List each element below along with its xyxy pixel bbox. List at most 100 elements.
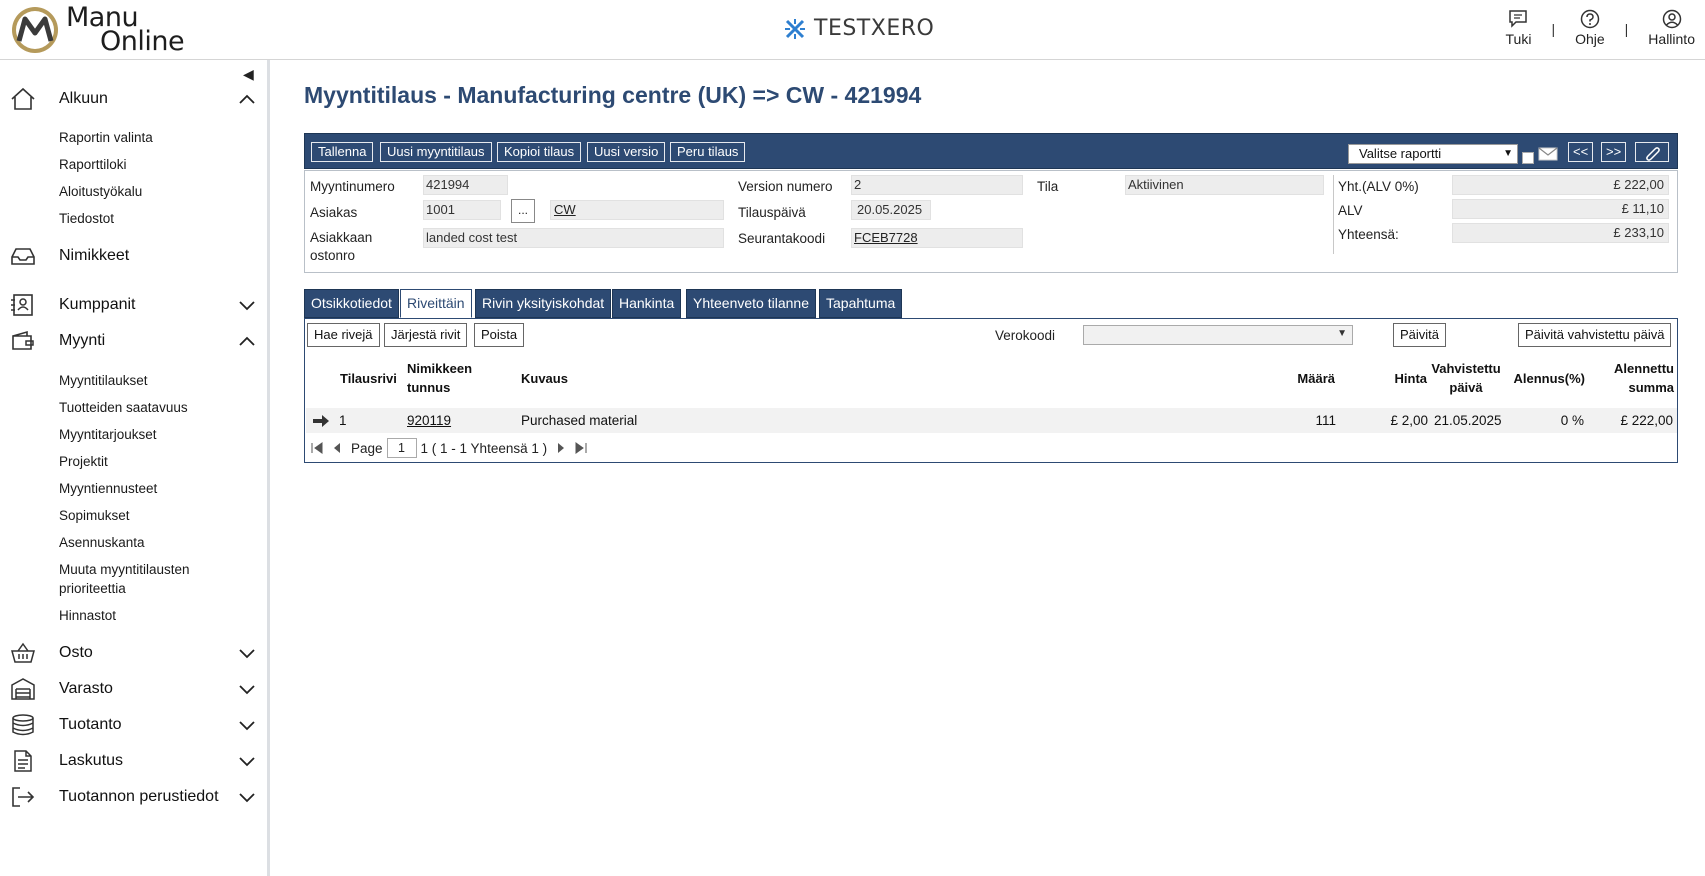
sidebar-item-label: Tuotanto [59, 716, 122, 733]
chevron-down-icon[interactable] [238, 755, 256, 767]
sidebar-item-tuotannon-perustiedot[interactable]: Tuotannon perustiedot [0, 782, 267, 812]
copy-order-button[interactable]: Kopioi tilaus [497, 142, 582, 162]
sort-rows-button[interactable]: Järjestä rivit [384, 323, 468, 347]
previous-page-icon[interactable] [331, 442, 343, 454]
chevron-down-icon[interactable] [238, 683, 256, 695]
tracking-code-link[interactable]: FCEB7728 [854, 230, 918, 245]
sidebar-item-label: Varasto [59, 680, 113, 697]
sidebar-subitem-aloitustyokalu[interactable]: Aloitustyökalu [59, 182, 142, 201]
document-icon [14, 750, 32, 772]
sidebar-item-varasto[interactable]: Varasto [0, 674, 267, 704]
report-select-value: Valitse raportti [1359, 146, 1442, 161]
sidebar-item-laskutus[interactable]: Laskutus [0, 746, 267, 776]
last-page-icon[interactable] [575, 442, 587, 454]
sidebar-item-osto[interactable]: Osto [0, 638, 267, 668]
next-button[interactable]: >> [1601, 142, 1627, 162]
sidebar-subitem-myyntitarjoukset[interactable]: Myyntitarjoukset [59, 425, 157, 444]
asiakas-label: Asiakas [310, 205, 358, 220]
sidebar-subitem-raporttiloki[interactable]: Raporttiloki [59, 155, 127, 174]
cancel-order-button[interactable]: Peru tilaus [670, 142, 746, 162]
tilauspaiva-field[interactable]: 20.05.2025 [851, 200, 931, 220]
update-confirmed-date-button[interactable]: Päivitä vahvistettu päivä [1518, 323, 1672, 347]
support-link[interactable]: Tuki [1505, 9, 1532, 47]
sidebar-subitem-muuta-prioriteettia-line2[interactable]: prioriteettia [59, 579, 126, 598]
ostonro-label-line2: ostonro [310, 248, 356, 263]
help-link[interactable]: Ohje [1575, 9, 1605, 47]
sidebar-subitem-projektit[interactable]: Projektit [59, 452, 108, 471]
report-checkbox[interactable] [1522, 152, 1534, 164]
contacts-icon [11, 294, 33, 316]
yhteensa-field: £ 233,10 [1452, 223, 1669, 243]
chevron-down-icon[interactable] [238, 719, 256, 731]
previous-button[interactable]: << [1568, 142, 1594, 162]
logo-line2: Online [100, 26, 185, 57]
sidebar-item-myynti[interactable]: Myynti [0, 326, 267, 356]
sidebar-subitem-tuotteiden-saatavuus[interactable]: Tuotteiden saatavuus [59, 398, 188, 417]
basket-icon [11, 642, 35, 663]
tab-riveittain[interactable]: Riveittäin [400, 289, 472, 318]
sidebar-item-label: Kumppanit [59, 296, 136, 313]
update-button[interactable]: Päivitä [1393, 323, 1447, 347]
email-icon[interactable] [1538, 147, 1558, 161]
cell-alennus: 0 % [1560, 413, 1584, 428]
admin-label: Hallinto [1648, 31, 1695, 47]
chevron-up-icon[interactable] [238, 335, 256, 347]
sidebar-item-kumppanit[interactable]: Kumppanit [0, 290, 267, 320]
separator: | [1551, 21, 1556, 37]
chevron-down-icon: ▼ [1503, 148, 1513, 159]
report-select[interactable]: Valitse raportti ▼ [1348, 144, 1518, 164]
sidebar-item-alkuun[interactable]: Alkuun [0, 84, 267, 114]
page-info: 1 ( 1 - 1 Yhteensä 1 ) [420, 440, 548, 456]
table-row[interactable]: 1 920119 Purchased material 111 £ 2,00 2… [306, 408, 1677, 433]
new-sales-order-button[interactable]: Uusi myyntitilaus [380, 142, 492, 162]
page-input[interactable]: 1 [386, 438, 417, 458]
sidebar-subitem-myyntiennusteet[interactable]: Myyntiennusteet [59, 479, 157, 498]
sidebar-item-nimikkeet[interactable]: Nimikkeet [0, 241, 267, 271]
sidebar: ◀ Alkuun Raportin valinta Raporttiloki A… [0, 60, 270, 876]
sidebar-subitem-asennuskanta[interactable]: Asennuskanta [59, 533, 145, 552]
sidebar-subitem-hinnastot[interactable]: Hinnastot [59, 606, 116, 625]
col-hinta: Hinta [1394, 371, 1428, 386]
chevron-down-icon[interactable] [238, 791, 256, 803]
manu-online-logo[interactable]: Manu Online [10, 4, 185, 57]
col-kuvaus: Kuvaus [521, 371, 568, 386]
version-label: Version numero [738, 179, 833, 194]
ostonro-field[interactable]: landed cost test [423, 228, 724, 248]
tab-rivin-yksityiskohdat[interactable]: Rivin yksityiskohdat [475, 289, 612, 318]
tab-yhteenveto-tilanne[interactable]: Yhteenveto tilanne [686, 289, 816, 318]
admin-link[interactable]: Hallinto [1648, 9, 1695, 47]
new-version-button[interactable]: Uusi versio [587, 142, 666, 162]
next-page-icon[interactable] [555, 442, 567, 454]
save-button[interactable]: Tallenna [311, 142, 374, 162]
cell-nimike-link[interactable]: 920119 [407, 413, 451, 428]
attachment-button[interactable] [1635, 142, 1669, 162]
customer-link[interactable]: CW [554, 202, 576, 217]
chevron-down-icon[interactable] [238, 299, 256, 311]
delete-button[interactable]: Poista [474, 323, 525, 347]
sidebar-item-tuotanto[interactable]: Tuotanto [0, 710, 267, 740]
support-label: Tuki [1505, 31, 1532, 47]
asiakas-code-field[interactable]: 1001 [423, 200, 501, 220]
fetch-rows-button[interactable]: Hae rivejä [307, 323, 380, 347]
version-field: 2 [851, 175, 1023, 195]
sidebar-subitem-sopimukset[interactable]: Sopimukset [59, 506, 130, 525]
col-nimike-line1: Nimikkeen [407, 361, 473, 376]
sidebar-subitem-myyntitilaukset[interactable]: Myyntitilaukset [59, 371, 148, 390]
chevron-up-icon[interactable] [238, 93, 256, 105]
sidebar-subitem-tiedostot[interactable]: Tiedostot [59, 209, 114, 228]
collapse-sidebar-icon[interactable]: ◀ [243, 66, 254, 83]
sidebar-item-label: Myynti [59, 332, 106, 349]
tab-hankinta[interactable]: Hankinta [612, 289, 682, 318]
tab-tapahtuma[interactable]: Tapahtuma [819, 289, 903, 318]
page-label: Page [351, 440, 383, 456]
customer-lookup-button[interactable]: ... [511, 199, 535, 223]
logo-text: Manu Online [66, 4, 185, 57]
cell-summa: £ 222,00 [1620, 413, 1673, 428]
chevron-down-icon[interactable] [238, 647, 256, 659]
sidebar-subitem-muuta-prioriteettia[interactable]: Muuta myyntitilausten [59, 560, 190, 579]
verokoodi-select[interactable]: ▼ [1083, 325, 1353, 345]
sidebar-subitem-raportin-valinta[interactable]: Raportin valinta [59, 128, 153, 147]
tab-otsikkotiedot[interactable]: Otsikkotiedot [304, 289, 399, 318]
first-page-icon[interactable] [311, 442, 323, 454]
myyntinumero-label: Myyntinumero [310, 179, 395, 194]
